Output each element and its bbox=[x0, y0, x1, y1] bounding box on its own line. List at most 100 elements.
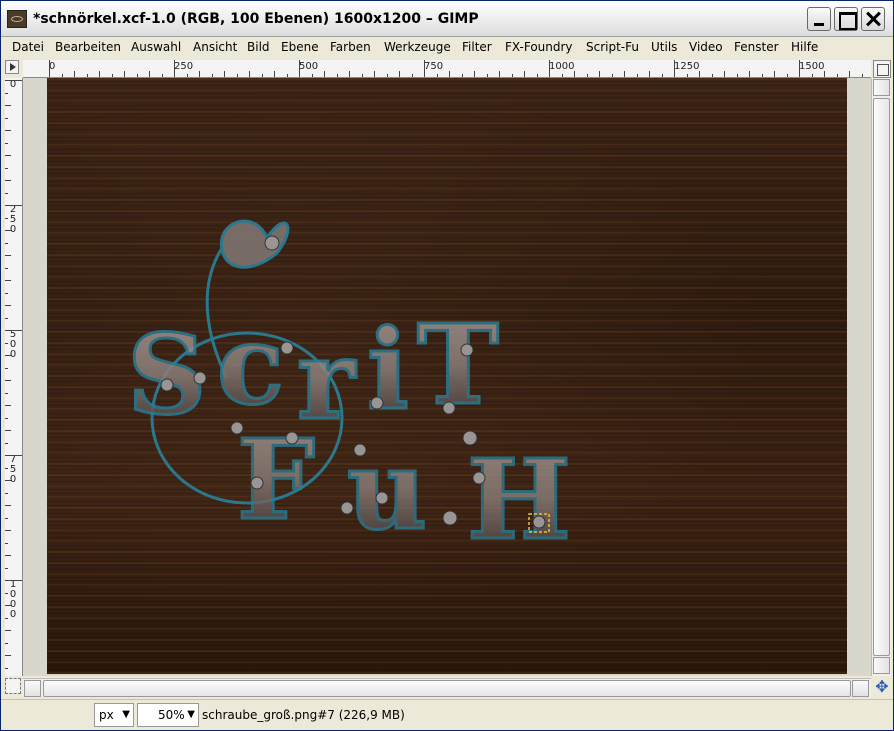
menu-video[interactable]: Video bbox=[689, 40, 723, 54]
menu-datei[interactable]: Datei bbox=[12, 40, 44, 54]
ruler-tick bbox=[399, 71, 400, 77]
vertical-scrollbar[interactable] bbox=[871, 78, 891, 676]
ruler-tick bbox=[124, 71, 125, 77]
ruler-tick bbox=[5, 80, 22, 81]
ruler-tick bbox=[5, 543, 8, 544]
ruler-label: 1000 bbox=[549, 61, 575, 72]
ruler-tick bbox=[574, 71, 575, 77]
ruler-tick bbox=[812, 74, 813, 77]
ruler-tick bbox=[5, 593, 8, 594]
menu-ansicht[interactable]: Ansicht bbox=[193, 40, 237, 54]
ruler-tick bbox=[237, 74, 238, 77]
menu-hilfe[interactable]: Hilfe bbox=[791, 40, 818, 54]
ruler-tick bbox=[5, 643, 8, 644]
ruler-tick bbox=[849, 71, 850, 77]
quick-mask-toggle[interactable] bbox=[5, 678, 21, 694]
ruler-tick bbox=[5, 668, 8, 669]
zoom-to-window-button[interactable] bbox=[873, 60, 891, 78]
status-message: schraube_groß.png#7 (226,9 MB) bbox=[202, 708, 405, 722]
ruler-tick bbox=[749, 71, 750, 77]
ruler-tick bbox=[687, 74, 688, 77]
ruler-tick bbox=[5, 355, 11, 356]
menu-auswahl[interactable]: Auswahl bbox=[131, 40, 181, 54]
ruler-tick bbox=[5, 180, 11, 181]
status-bar: px ▼ 50% ▼ schraube_groß.png#7 (226,9 MB… bbox=[1, 699, 893, 730]
scroll-down-arrow-icon[interactable] bbox=[873, 657, 890, 674]
ruler-tick bbox=[424, 60, 425, 77]
ruler-tick bbox=[5, 568, 8, 569]
menu-bearbeiten[interactable]: Bearbeiten bbox=[55, 40, 121, 54]
scroll-right-arrow-icon[interactable] bbox=[852, 680, 869, 697]
ruler-tick bbox=[287, 74, 288, 77]
ruler-tick bbox=[324, 71, 325, 77]
menu-filter[interactable]: Filter bbox=[462, 40, 492, 54]
scroll-left-arrow-icon[interactable] bbox=[24, 680, 41, 697]
ruler-tick bbox=[612, 74, 613, 77]
menu-fx-foundry[interactable]: FX-Foundry bbox=[505, 40, 573, 54]
ruler-tick bbox=[312, 74, 313, 77]
ruler-tick bbox=[774, 71, 775, 77]
ruler-tick bbox=[537, 74, 538, 77]
ruler-tick bbox=[862, 74, 863, 77]
menu-script-fu[interactable]: Script-Fu bbox=[586, 40, 639, 54]
scroll-up-arrow-icon[interactable] bbox=[873, 79, 890, 96]
ruler-tick bbox=[449, 71, 450, 77]
ruler-tick bbox=[5, 430, 11, 431]
gimp-image-icon[interactable] bbox=[7, 10, 27, 28]
ruler-tick bbox=[112, 74, 113, 77]
ruler-tick bbox=[224, 71, 225, 77]
ruler-tick bbox=[599, 71, 600, 77]
ruler-tick bbox=[762, 74, 763, 77]
ruler-tick bbox=[5, 480, 11, 481]
ruler-tick bbox=[187, 74, 188, 77]
menu-bar: Datei Bearbeiten Auswahl Ansicht Bild Eb… bbox=[1, 38, 893, 58]
ruler-tick bbox=[137, 74, 138, 77]
ruler-tick bbox=[199, 71, 200, 77]
menu-ebene[interactable]: Ebene bbox=[281, 40, 319, 54]
canvas-area[interactable]: S c r i T F u H bbox=[23, 78, 871, 676]
menu-bild[interactable]: Bild bbox=[247, 40, 270, 54]
ruler-tick bbox=[5, 605, 11, 606]
chevron-down-icon: ▼ bbox=[122, 709, 130, 720]
ruler-tick bbox=[5, 93, 8, 94]
ruler-tick bbox=[524, 71, 525, 77]
ruler-tick bbox=[5, 393, 8, 394]
gimp-image-window: *schnörkel.xcf-1.0 (RGB, 100 Ebenen) 160… bbox=[0, 0, 894, 731]
ruler-tick bbox=[5, 455, 22, 456]
ruler-tick bbox=[412, 74, 413, 77]
close-button[interactable] bbox=[861, 7, 885, 31]
menu-werkzeuge[interactable]: Werkzeuge bbox=[384, 40, 451, 54]
menu-utils[interactable]: Utils bbox=[651, 40, 677, 54]
artwork-letter: H bbox=[467, 435, 571, 564]
maximize-button[interactable] bbox=[834, 7, 858, 31]
zoom-select[interactable]: 50% ▼ bbox=[137, 703, 199, 727]
ruler-tick bbox=[549, 60, 550, 77]
unit-select[interactable]: px ▼ bbox=[94, 703, 134, 727]
ruler-tick bbox=[5, 655, 11, 656]
navigate-move-icon[interactable]: ✥ bbox=[873, 678, 891, 696]
horizontal-ruler[interactable]: 0 250 500 750 1000 1250 1500 bbox=[23, 60, 871, 78]
ruler-tick bbox=[837, 74, 838, 77]
ruler-tick bbox=[5, 193, 8, 194]
ruler-tick bbox=[5, 318, 8, 319]
horizontal-scroll-thumb[interactable] bbox=[43, 680, 851, 697]
vertical-scroll-thumb[interactable] bbox=[873, 98, 890, 656]
menu-fenster[interactable]: Fenster bbox=[734, 40, 779, 54]
image-canvas[interactable]: S c r i T F u H bbox=[47, 78, 847, 674]
ruler-label: 0 bbox=[9, 79, 17, 90]
ruler-tick bbox=[674, 60, 675, 77]
ruler-label: 750 bbox=[424, 61, 444, 72]
minimize-button[interactable] bbox=[807, 7, 831, 31]
image-menu-button[interactable] bbox=[5, 60, 19, 74]
ruler-tick bbox=[5, 105, 11, 106]
horizontal-scrollbar[interactable] bbox=[23, 678, 871, 697]
ruler-tick bbox=[374, 71, 375, 77]
ruler-tick bbox=[262, 74, 263, 77]
ruler-tick bbox=[49, 60, 50, 77]
ruler-tick bbox=[5, 243, 8, 244]
title-bar[interactable]: *schnörkel.xcf-1.0 (RGB, 100 Ebenen) 160… bbox=[1, 1, 893, 37]
vertical-ruler[interactable]: 0 250 500 750 1000 bbox=[5, 78, 23, 676]
menu-farben[interactable]: Farben bbox=[330, 40, 371, 54]
ruler-tick bbox=[5, 630, 11, 631]
ruler-tick bbox=[162, 74, 163, 77]
